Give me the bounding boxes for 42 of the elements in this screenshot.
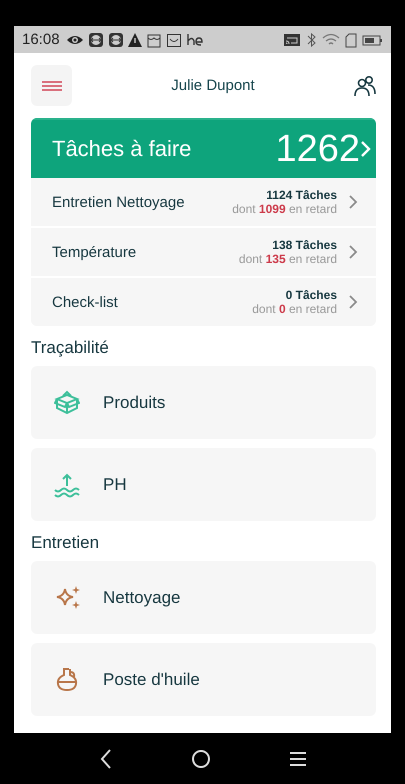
menu-card[interactable]: PH bbox=[31, 448, 376, 521]
back-icon[interactable] bbox=[99, 748, 114, 770]
bag-icon bbox=[166, 32, 182, 48]
menu-card-label: Nettoyage bbox=[103, 588, 180, 608]
task-count: 0 Tâches bbox=[286, 288, 337, 302]
app-icon bbox=[186, 32, 204, 48]
remote-icon bbox=[88, 32, 104, 48]
user-name: Julie Dupont bbox=[170, 77, 256, 94]
chevron-icon bbox=[360, 140, 372, 158]
menu-button[interactable] bbox=[31, 65, 72, 106]
bluetooth-icon bbox=[305, 32, 318, 48]
menu-card-label: PH bbox=[103, 474, 127, 494]
menu-card[interactable]: Nettoyage bbox=[31, 561, 376, 634]
late-count: dont 0 en retard bbox=[252, 302, 337, 316]
cast-icon bbox=[283, 32, 301, 48]
task-count: 138 Tâches bbox=[272, 238, 337, 252]
task-count: 1124 Tâches bbox=[266, 188, 337, 202]
home-icon[interactable] bbox=[191, 748, 212, 768]
menu-icon bbox=[42, 80, 62, 90]
shop-icon bbox=[146, 32, 162, 48]
task-label: Température bbox=[52, 244, 138, 260]
chevron-icon bbox=[349, 195, 358, 209]
status-time: 16:08 bbox=[22, 31, 60, 48]
warning-icon bbox=[128, 32, 142, 48]
menu-icon[interactable] bbox=[290, 750, 306, 766]
task-label: Check-list bbox=[52, 294, 119, 310]
chevron-icon bbox=[349, 245, 358, 259]
task-label: Entretien Nettoyage bbox=[52, 194, 186, 210]
section-title: Traçabilité bbox=[31, 338, 110, 358]
menu-card-label: Produits bbox=[103, 392, 166, 412]
menu-card[interactable]: Poste d'huile bbox=[31, 643, 376, 716]
banner-title: Tâches à faire bbox=[52, 136, 192, 162]
sim-icon bbox=[344, 32, 358, 48]
section-title: Entretien bbox=[31, 533, 100, 553]
task-total: 1262 bbox=[275, 128, 360, 170]
late-count: dont 1099 en retard bbox=[232, 202, 337, 216]
menu-card-label: Poste d'huile bbox=[103, 670, 200, 690]
chevron-icon bbox=[349, 295, 358, 309]
people-icon[interactable] bbox=[354, 74, 376, 96]
remote-icon bbox=[108, 32, 124, 48]
menu-card[interactable]: Produits bbox=[31, 366, 376, 439]
late-count: dont 135 en retard bbox=[238, 252, 337, 266]
